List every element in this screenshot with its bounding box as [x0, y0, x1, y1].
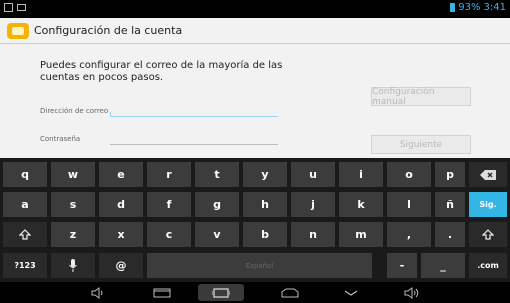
key-q[interactable]: q — [3, 162, 47, 187]
key-f[interactable]: f — [147, 192, 191, 217]
hide-keyboard-button[interactable] — [337, 284, 365, 301]
key-dash[interactable]: - — [387, 253, 417, 278]
soft-keyboard: q w e r t y u i o p a s d f g h j k l ñ … — [0, 158, 510, 282]
battery-percent: 93% — [458, 2, 481, 13]
key-s[interactable]: s — [51, 192, 95, 217]
next-button[interactable]: Siguiente — [371, 135, 471, 154]
key-m[interactable]: m — [339, 222, 383, 247]
dotcom-key[interactable]: .com — [469, 253, 507, 278]
navigation-bar — [0, 282, 510, 303]
volume-down-icon — [91, 286, 103, 299]
key-x[interactable]: x — [99, 222, 143, 247]
email-app-icon[interactable] — [7, 23, 29, 39]
manual-setup-button[interactable]: Configuración manual — [371, 87, 471, 107]
key-o[interactable]: o — [387, 162, 431, 187]
home-icon — [281, 288, 299, 297]
key-e[interactable]: e — [99, 162, 143, 187]
backspace-key[interactable] — [469, 162, 507, 187]
key-i[interactable]: i — [339, 162, 383, 187]
email-notification-icon — [17, 4, 26, 11]
key-r[interactable]: r — [147, 162, 191, 187]
recent-apps-icon — [212, 287, 230, 298]
password-field-underline — [110, 144, 278, 145]
key-comma[interactable]: , — [387, 222, 431, 247]
clock: 3:41 — [483, 2, 506, 13]
page-title: Configuración de la cuenta — [34, 24, 183, 37]
next-action-key[interactable]: Sig. — [469, 192, 507, 217]
shift-icon — [19, 229, 31, 240]
volume-up-button[interactable] — [398, 284, 426, 301]
shift-icon — [482, 229, 494, 240]
symbols-key[interactable]: ?123 — [3, 253, 47, 278]
recent-apps-button[interactable] — [198, 284, 244, 301]
key-l[interactable]: l — [387, 192, 431, 217]
email-field-cursor-mark — [110, 112, 111, 116]
home-button[interactable] — [276, 284, 304, 301]
action-bar: Configuración de la cuenta — [0, 18, 510, 44]
shift-key-right[interactable] — [469, 222, 507, 247]
setup-form: Puedes configurar el correo de la mayorí… — [0, 44, 510, 158]
key-z[interactable]: z — [51, 222, 95, 247]
backspace-icon — [480, 169, 496, 180]
status-bar: 93% 3:41 — [0, 0, 510, 18]
back-icon — [153, 288, 171, 297]
password-field[interactable] — [110, 130, 278, 146]
back-button[interactable] — [148, 284, 176, 301]
shift-key-left[interactable] — [3, 222, 47, 247]
key-w[interactable]: w — [51, 162, 95, 187]
key-a[interactable]: a — [3, 192, 47, 217]
screenshot-notification-icon — [4, 3, 13, 12]
email-field[interactable] — [110, 102, 278, 118]
space-key[interactable]: Español — [147, 253, 372, 278]
chevron-down-icon — [344, 290, 358, 296]
key-v[interactable]: v — [195, 222, 239, 247]
key-d[interactable]: d — [99, 192, 143, 217]
volume-down-button[interactable] — [84, 284, 112, 301]
key-b[interactable]: b — [243, 222, 287, 247]
intro-text: Puedes configurar el correo de la mayorí… — [40, 60, 283, 83]
microphone-icon — [69, 259, 77, 272]
password-label: Contraseña — [40, 135, 81, 143]
key-j[interactable]: j — [291, 192, 335, 217]
key-period[interactable]: . — [435, 222, 465, 247]
key-k[interactable]: k — [339, 192, 383, 217]
email-field-underline — [110, 116, 278, 117]
key-n[interactable]: n — [291, 222, 335, 247]
key-c[interactable]: c — [147, 222, 191, 247]
voice-input-key[interactable] — [51, 253, 95, 278]
key-y[interactable]: y — [243, 162, 287, 187]
key-g[interactable]: g — [195, 192, 239, 217]
key-h[interactable]: h — [243, 192, 287, 217]
battery-icon — [450, 3, 456, 12]
key-t[interactable]: t — [195, 162, 239, 187]
email-label: Dirección de correo — [40, 107, 109, 115]
volume-up-icon — [404, 286, 419, 299]
key-at[interactable]: @ — [99, 253, 143, 278]
key-p[interactable]: p — [435, 162, 465, 187]
key-u[interactable]: u — [291, 162, 335, 187]
key-n-tilde[interactable]: ñ — [435, 192, 465, 217]
key-underscore[interactable]: _ — [421, 253, 465, 278]
